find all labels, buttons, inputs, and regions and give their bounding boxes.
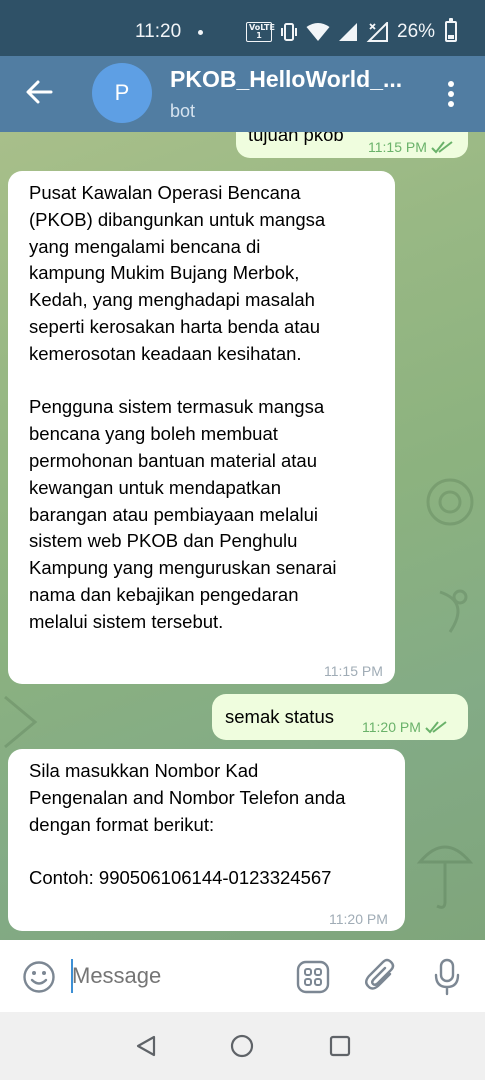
wallpaper-doodle-icon	[426, 478, 474, 526]
double-check-icon	[425, 721, 447, 734]
battery-percentage: 26%	[397, 21, 436, 42]
message-meta: 11:20 PM	[329, 906, 388, 933]
message-time: 11:20 PM	[329, 911, 388, 927]
signal-icon	[339, 23, 357, 41]
chat-header: P PKOB_HelloWorld_... bot	[0, 56, 485, 132]
chat-title[interactable]: PKOB_HelloWorld_...	[170, 66, 402, 93]
signal-x-icon	[366, 22, 388, 42]
message-meta: 11:15 PM	[324, 658, 383, 685]
incoming-message[interactable]: Sila masukkan Nombor Kad Pengenalan and …	[8, 749, 405, 931]
message-meta: 11:15 PM	[368, 134, 453, 161]
message-input-bar	[0, 940, 485, 1012]
back-arrow-icon[interactable]	[24, 76, 56, 108]
chat-background: tujuan pkob 11:15 PM Pusat Kawalan Opera…	[0, 132, 485, 940]
status-time: 11:20	[135, 21, 182, 42]
more-vertical-icon[interactable]	[438, 78, 464, 110]
message-time: 11:20 PM	[362, 719, 421, 735]
avatar[interactable]: P	[92, 63, 152, 123]
microphone-icon[interactable]	[432, 958, 462, 996]
message-text: tujuan pkob	[248, 132, 344, 145]
message-text: Sila masukkan Nombor Kad Pengenalan and …	[29, 760, 346, 889]
outgoing-message[interactable]: semak status 11:20 PM	[212, 694, 468, 740]
incoming-message[interactable]: Pusat Kawalan Operasi Bencana (PKOB) dib…	[8, 171, 395, 684]
nav-recents-icon[interactable]	[328, 1034, 352, 1058]
nav-back-icon[interactable]	[134, 1034, 158, 1058]
message-time: 11:15 PM	[324, 663, 383, 679]
status-icons: VoLTE 1	[246, 20, 388, 44]
emoji-icon[interactable]	[22, 960, 56, 994]
message-time: 11:15 PM	[368, 139, 427, 155]
message-text: semak status	[225, 706, 334, 727]
vibrate-icon	[281, 23, 297, 41]
bot-commands-icon[interactable]	[296, 960, 330, 994]
wallpaper-doodle-icon	[4, 695, 38, 749]
status-bar: 11:20 VoLTE 1 26%	[0, 0, 485, 60]
battery-icon	[445, 18, 457, 42]
message-input[interactable]	[72, 958, 272, 994]
double-check-icon	[431, 141, 453, 154]
wifi-icon	[306, 23, 330, 41]
outgoing-message[interactable]: tujuan pkob 11:15 PM	[236, 132, 468, 158]
notification-dot-icon	[198, 30, 203, 35]
volte-icon: VoLTE 1	[246, 22, 275, 42]
message-meta: 11:20 PM	[362, 714, 447, 741]
battery-level-fill	[448, 35, 454, 39]
nav-home-icon[interactable]	[230, 1034, 254, 1058]
chat-subtitle: bot	[170, 101, 196, 121]
system-navigation-bar	[0, 1012, 485, 1080]
paperclip-icon[interactable]	[364, 958, 398, 994]
wallpaper-doodle-icon	[416, 845, 474, 909]
wallpaper-doodle-icon	[439, 589, 468, 633]
message-text: Pusat Kawalan Operasi Bencana (PKOB) dib…	[29, 182, 337, 632]
